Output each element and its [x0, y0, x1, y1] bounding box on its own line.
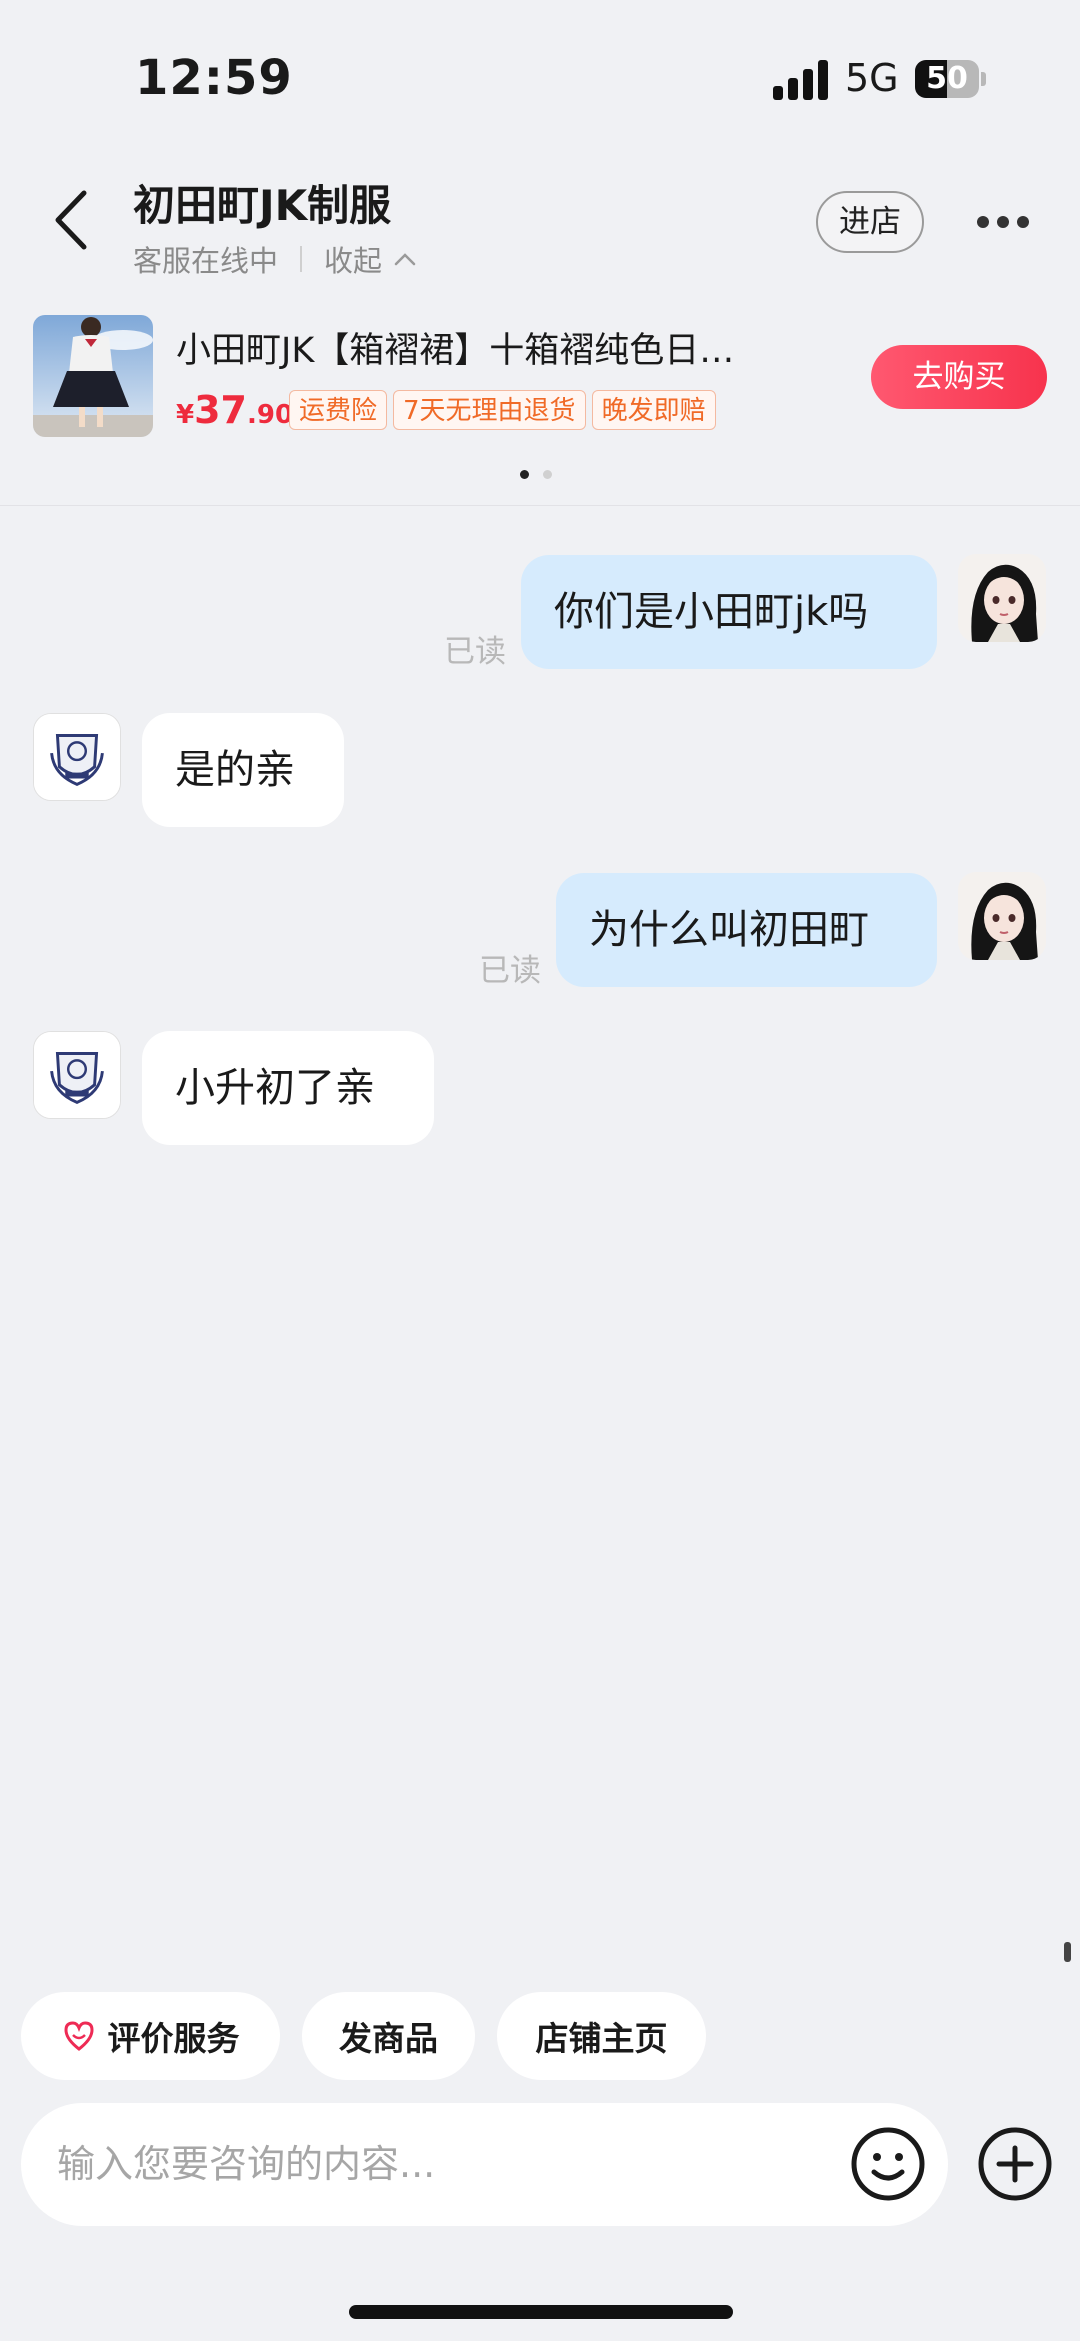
shop-message-bubble[interactable]: 小升初了亲	[142, 1031, 434, 1145]
heart-icon	[63, 2021, 94, 2051]
battery-icon: 50	[915, 60, 987, 98]
collapse-label: 收起	[324, 244, 383, 278]
user-message-bubble[interactable]: 你们是小田町jk吗	[521, 555, 937, 669]
signal-icon	[773, 60, 828, 100]
home-indicator[interactable]	[349, 2305, 733, 2319]
emoji-icon[interactable]	[848, 2124, 928, 2204]
service-tags: 运费险 7天无理由退货 晚发即赔	[289, 390, 722, 430]
product-card[interactable]: 小田町JK【箱褶裙】十箱褶纯色日… ¥37.90 运费险 7天无理由退货 晚发即…	[0, 300, 1080, 506]
chevron-up-icon	[394, 253, 416, 266]
store-home-button[interactable]: 店铺主页	[497, 1992, 706, 2080]
rate-service-label: 评价服务	[107, 2019, 240, 2058]
product-price: ¥37.90	[176, 388, 294, 432]
header-subtitle: 客服在线中 收起	[133, 238, 416, 280]
back-arrow-icon[interactable]	[48, 185, 98, 255]
product-title[interactable]: 小田町JK【箱褶裙】十箱褶纯色日…	[176, 322, 816, 373]
read-receipt: 已读	[444, 634, 506, 670]
send-product-button[interactable]: 发商品	[302, 1992, 475, 2080]
battery-level: 50	[926, 61, 968, 96]
collapse-toggle[interactable]: 收起	[324, 238, 416, 280]
user-message-bubble[interactable]: 为什么叫初田町	[556, 873, 937, 987]
enter-store-button[interactable]: 进店	[816, 191, 924, 253]
shop-title: 初田町JK制服	[133, 181, 392, 230]
tag-shipping-insurance: 运费险	[289, 390, 388, 430]
tag-late-compensation: 晚发即赔	[591, 390, 716, 430]
plus-icon[interactable]	[975, 2124, 1055, 2204]
status-time: 12:59	[135, 50, 293, 106]
pager-dot	[543, 470, 552, 479]
rate-service-button[interactable]: 评价服务	[21, 1992, 280, 2080]
divider	[300, 246, 303, 272]
message-input[interactable]: 输入您要咨询的内容...	[21, 2103, 948, 2226]
product-pager	[520, 470, 566, 479]
buy-button[interactable]: 去购买	[871, 345, 1047, 409]
shop-avatar[interactable]	[33, 1031, 121, 1119]
product-image[interactable]	[33, 315, 153, 437]
read-receipt: 已读	[479, 953, 541, 989]
pager-dot	[520, 470, 529, 479]
status-bar: 12:59 5G 50	[0, 0, 1080, 150]
input-placeholder: 输入您要咨询的内容...	[57, 2142, 436, 2186]
shop-message-bubble[interactable]: 是的亲	[142, 713, 344, 827]
user-avatar[interactable]	[958, 872, 1046, 960]
more-icon[interactable]	[975, 208, 1031, 236]
user-avatar[interactable]	[958, 554, 1046, 642]
network-type: 5G	[845, 56, 899, 100]
shop-avatar[interactable]	[33, 713, 121, 801]
scrollbar[interactable]	[1064, 1942, 1071, 1962]
service-status: 客服在线中	[133, 244, 279, 278]
tag-7day-return: 7天无理由退货	[393, 390, 586, 430]
